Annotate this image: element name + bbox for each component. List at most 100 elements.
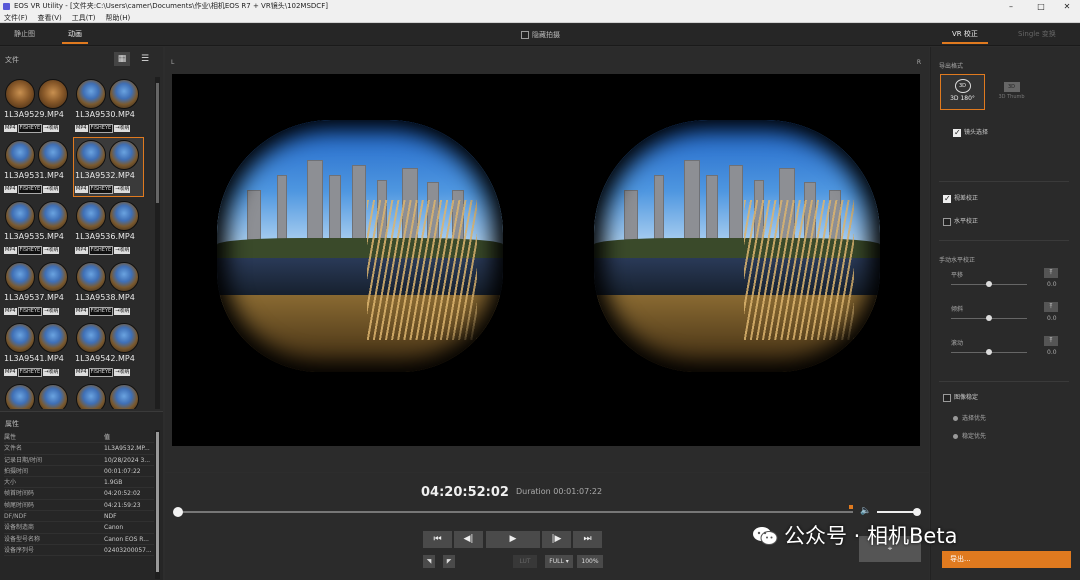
slider-knob[interactable] (986, 349, 992, 355)
file-tag: MP4 (4, 308, 17, 315)
format-3dthumb-button[interactable]: 3D 3D Thumb (989, 74, 1034, 110)
file-thumbnail[interactable]: 1L3A9529.MP4 MP4 FISHEYE →收纳 (3, 77, 72, 135)
radio-select-priority[interactable]: 选择优先 (953, 413, 986, 422)
checkbox-icon (943, 217, 951, 226)
left-eye-image (217, 120, 503, 372)
tab-movie[interactable]: 动画 (62, 29, 88, 44)
file-scrollbar[interactable] (155, 77, 160, 409)
file-tag: FISHEYE (17, 307, 43, 316)
tab-still[interactable]: 静止图 (14, 29, 35, 42)
reset-icon[interactable]: ⤒ (1044, 336, 1058, 346)
fisheye-left-image (5, 262, 35, 292)
slider-knob[interactable] (986, 281, 992, 287)
close-button[interactable]: ✕ (1056, 0, 1078, 13)
property-key: 帧首时间码 (4, 490, 35, 498)
property-key: 帧尾时间码 (4, 501, 35, 509)
right-eye-label: R (916, 59, 921, 66)
file-thumbnail[interactable]: 1L3A9530.MP4 MP4 FISHEYE →收纳 (74, 77, 143, 135)
tab-single-convert[interactable]: Single 变换 (1018, 29, 1056, 42)
divider (939, 381, 1069, 382)
slider-knob[interactable] (986, 315, 992, 321)
menu-file[interactable]: 文件(F) (4, 13, 28, 23)
volume-knob[interactable] (913, 508, 921, 516)
file-name: 1L3A9532.MP4 (75, 171, 135, 180)
last-frame-button[interactable]: ⏭ (573, 531, 602, 548)
property-row: 大小 1.9GB (4, 477, 154, 489)
tab-vr-correction[interactable]: VR 校正 (942, 29, 988, 44)
property-value: 04:20:52:02 (104, 490, 141, 498)
file-tags: MP4 FISHEYE →收纳 (75, 305, 131, 316)
grid-view-icon[interactable]: ▦ (114, 52, 130, 66)
menu-help[interactable]: 帮助(H) (106, 13, 131, 23)
file-name: 1L3A9537.MP4 (4, 293, 64, 302)
vignette (594, 120, 880, 372)
show-still-checkbox[interactable]: 隐藏拍摄 (521, 30, 560, 40)
seek-bar[interactable] (175, 511, 853, 513)
mark-in-button[interactable]: ◥ (423, 555, 435, 568)
vignette (217, 120, 503, 372)
properties-panel: 属性 属性值文件名 1L3A9532.MP... 记录日期/时间 10/28/2024… (0, 411, 163, 580)
menu-view[interactable]: 查看(V) (38, 13, 62, 23)
prev-frame-button[interactable]: ◀| (454, 531, 483, 548)
file-thumbnail[interactable] (3, 382, 72, 409)
fisheye-right-image (109, 323, 139, 353)
file-thumbnail[interactable]: 1L3A9537.MP4 MP4 FISHEYE →收纳 (3, 260, 72, 318)
lens-select-checkbox[interactable]: 镜头选择 (953, 127, 988, 137)
minimize-button[interactable]: – (1000, 0, 1022, 13)
title-bar: EOS VR Utility - [文件夹:C:\Users\camer\Doc… (0, 0, 1080, 13)
properties-scrollbar[interactable] (155, 430, 160, 579)
file-thumbnail[interactable] (74, 382, 143, 409)
maximize-button[interactable]: □ (1030, 0, 1052, 13)
file-tags: MP4 FISHEYE →收纳 (4, 183, 60, 194)
file-thumbnail[interactable]: 1L3A9536.MP4 MP4 FISHEYE →收纳 (74, 199, 143, 257)
radio2-label: 稳定优先 (962, 433, 987, 440)
file-thumbnail[interactable]: 1L3A9542.MP4 MP4 FISHEYE →收纳 (74, 321, 143, 379)
fisheye-right-image (38, 140, 68, 170)
volume-icon[interactable]: 🔈 (860, 506, 871, 516)
slider-value: 0.0 (1047, 281, 1057, 288)
export-button[interactable]: 导出... (942, 551, 1071, 568)
horizon-checkbox[interactable]: 水平校正 (943, 216, 978, 226)
file-thumbnail[interactable]: 1L3A9531.MP4 MP4 FISHEYE →收纳 (3, 138, 72, 196)
file-tag: FISHEYE (88, 307, 114, 316)
volume-slider[interactable] (877, 511, 917, 513)
zoom-button[interactable]: 100% (577, 555, 603, 568)
reset-icon[interactable]: ⤒ (1044, 302, 1058, 312)
seek-knob[interactable] (173, 507, 183, 517)
radio-stable-priority[interactable]: 稳定优先 (953, 431, 986, 440)
checkbox-checked-icon (953, 128, 961, 137)
video-frame[interactable] (172, 74, 920, 446)
file-tag: →收纳 (43, 369, 60, 376)
property-key: 大小 (4, 479, 17, 487)
slider-value: 0.0 (1047, 349, 1057, 356)
file-thumbnail[interactable]: 1L3A9532.MP4 MP4 FISHEYE →收纳 (73, 137, 144, 197)
next-frame-button[interactable]: |▶ (542, 531, 571, 548)
file-tag: MP4 (4, 247, 17, 254)
file-tag: MP4 (4, 186, 17, 193)
file-tag: FISHEYE (88, 185, 114, 194)
manual-level-label: 手动水平校正 (939, 257, 976, 264)
menu-tools[interactable]: 工具(T) (72, 13, 96, 23)
list-view-icon[interactable]: ☰ (137, 52, 153, 66)
play-button[interactable]: ▶ (486, 531, 540, 548)
reset-icon[interactable]: ⤒ (1044, 268, 1058, 278)
file-browser-panel: 文件 ▦ ☰ 1L3A9529.MP4 MP4 FISHEYE →收纳 1L3A9530… (0, 47, 163, 580)
file-thumbnail[interactable]: 1L3A9535.MP4 MP4 FISHEYE →收纳 (3, 199, 72, 257)
app-icon (3, 3, 10, 10)
top-toolbar: 静止图 动画 隐藏拍摄 VR 校正 Single 变换 (0, 24, 1080, 46)
property-value: Canon (104, 524, 124, 532)
file-tag: →收纳 (114, 308, 131, 315)
stabilize-checkbox[interactable]: 图像稳定 (943, 392, 978, 402)
file-thumbnail[interactable]: 1L3A9538.MP4 MP4 FISHEYE →收纳 (74, 260, 143, 318)
file-tags: MP4 FISHEYE →收纳 (75, 183, 131, 194)
left-eye-label: L (171, 59, 175, 66)
format-3d180-button[interactable]: 3D 3D 180° (940, 74, 985, 110)
files-title: 文件 (5, 56, 19, 64)
lut-button[interactable]: LUT (513, 555, 537, 568)
first-frame-button[interactable]: ⏮ (423, 531, 452, 548)
file-tag: FISHEYE (88, 124, 114, 133)
file-thumbnail[interactable]: 1L3A9541.MP4 MP4 FISHEYE →收纳 (3, 321, 72, 379)
full-dropdown[interactable]: FULL ▾ (545, 555, 573, 568)
mark-out-button[interactable]: ◤ (443, 555, 455, 568)
parallax-checkbox[interactable]: 视差校正 (943, 193, 978, 203)
